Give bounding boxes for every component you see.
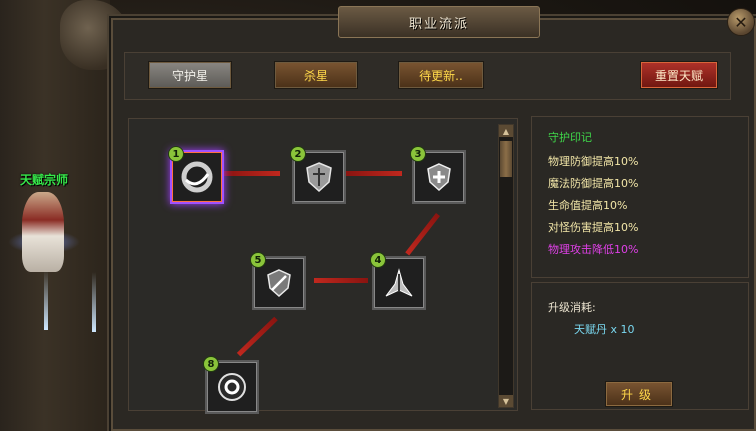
description-line: 对怪伤害提高10% [548,221,639,234]
upgrade-button[interactable]: 升级 [605,381,673,407]
tree-scrollbar[interactable]: ▲ ▼ [498,124,514,408]
talent-node-1[interactable]: 1 [168,146,224,204]
shield-ring-icon [181,161,213,193]
talent-node-8[interactable]: 8 [203,356,259,414]
tree-connector [224,171,280,176]
holy-shield-icon [427,163,451,192]
talent-description-panel: 守护印记 物理防御提高10% 魔法防御提高10% 生命值提高10% 对怪伤害提高… [531,116,749,278]
crest-shield-icon [306,162,332,193]
cost-label: 升级消耗: [548,301,596,314]
close-icon: ✕ [734,12,748,32]
winged-emblem-icon [385,268,413,297]
npc-figure [22,192,64,272]
talent-node-2[interactable]: 2 [290,146,346,204]
scroll-thumb[interactable] [500,141,512,177]
talent-node-4[interactable]: 4 [370,252,426,310]
title-bar: 职业流派 [338,6,540,38]
window-title: 职业流派 [408,16,469,32]
tab-guardian-star[interactable]: 守护星 [148,61,232,89]
game-scene: 天赋宗师 职业流派 ✕ 守护星 杀星 待更新.. 重置天赋 1 2 3 4 5 … [0,0,756,431]
broken-shield-icon [267,269,291,298]
close-button[interactable]: ✕ [727,8,755,36]
description-line: 魔法防御提高10% [548,177,639,190]
talent-node-5[interactable]: 5 [250,252,306,310]
description-line: 生命值提高10% [548,199,628,212]
scroll-down-icon[interactable]: ▼ [499,395,513,407]
npc-name-label: 天赋宗师 [20,173,69,187]
light-beam [44,270,48,330]
description-line: 物理攻击降低10% [548,243,639,256]
light-beam [92,272,96,332]
talent-node-3[interactable]: 3 [410,146,466,204]
cost-item: 天赋丹 x 10 [574,323,635,336]
tab-killer-star[interactable]: 杀星 [274,61,358,89]
scroll-up-icon[interactable]: ▲ [499,125,513,137]
tree-connector [314,278,368,283]
tab-pending-update[interactable]: 待更新.. [398,61,484,89]
orb-icon [218,373,246,401]
description-title: 守护印记 [548,131,592,144]
reset-talent-button[interactable]: 重置天赋 [640,61,718,89]
description-line: 物理防御提高10% [548,155,639,168]
tree-connector [346,171,402,176]
